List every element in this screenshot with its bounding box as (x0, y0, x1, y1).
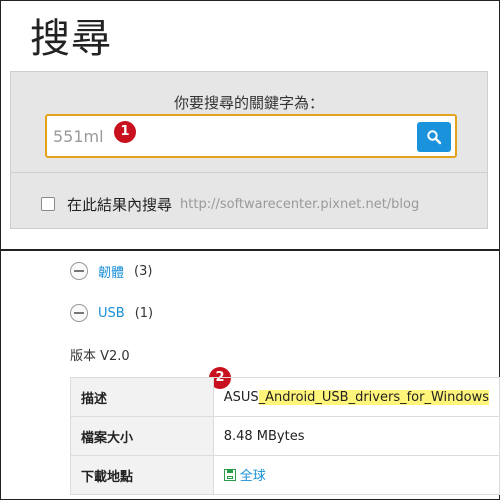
table-value-description: ASUS_Android_USB_drivers_for_Windows (212, 377, 500, 417)
table-key-size: 檔案大小 (70, 416, 214, 456)
table-key-description: 描述 (70, 377, 214, 417)
tag-count: (1) (134, 305, 154, 321)
description-prefix: ASUS (223, 389, 259, 405)
collapse-minus-icon[interactable] (70, 304, 88, 322)
tag-link-usb[interactable]: USB (98, 306, 125, 321)
table-value-size: 8.48 MBytes (212, 416, 500, 456)
search-scope-row: 在此結果內搜尋 http://softwarecenter.pixnet.net… (41, 192, 419, 216)
page-title: 搜尋 (30, 16, 112, 62)
download-link[interactable]: 全球 (223, 465, 266, 485)
search-box (45, 114, 457, 158)
table-row: 檔案大小 8.48 MBytes (70, 416, 500, 456)
tag-row-usb: USB (1) (70, 301, 153, 325)
search-within-label: 在此結果內搜尋 (67, 195, 173, 214)
search-divider (11, 172, 487, 173)
search-button[interactable] (417, 122, 451, 152)
section-separator (0, 249, 500, 251)
file-info-table: 描述 ASUS_Android_USB_drivers_for_Windows … (70, 377, 500, 495)
tag-row-firmware: 韌體 (3) (70, 259, 152, 283)
table-value-download: 全球 (212, 455, 500, 495)
search-within-checkbox[interactable] (41, 197, 55, 211)
table-row: 下載地點 全球 (70, 455, 500, 495)
tag-link-firmware[interactable]: 韌體 (98, 262, 124, 281)
search-input[interactable] (53, 124, 373, 148)
search-scope-url: http://softwarecenter.pixnet.net/blog (180, 196, 420, 212)
annotation-badge-1: 1 (114, 121, 136, 143)
tag-count: (3) (134, 263, 153, 279)
version-text: 版本 V2.0 (70, 349, 130, 364)
table-row: 描述 ASUS_Android_USB_drivers_for_Windows (70, 377, 500, 417)
magnifier-icon (427, 130, 442, 145)
description-highlight: _Android_USB_drivers_for_Windows (258, 389, 489, 405)
save-icon (223, 468, 236, 481)
table-key-download: 下載地點 (70, 455, 214, 495)
download-link-label: 全球 (239, 469, 266, 485)
search-panel: 你要搜尋的關鍵字為： 在此結果內搜尋 http://softwarecenter… (10, 71, 488, 229)
collapse-minus-icon[interactable] (70, 262, 88, 280)
search-label: 你要搜尋的關鍵字為： (173, 94, 324, 112)
